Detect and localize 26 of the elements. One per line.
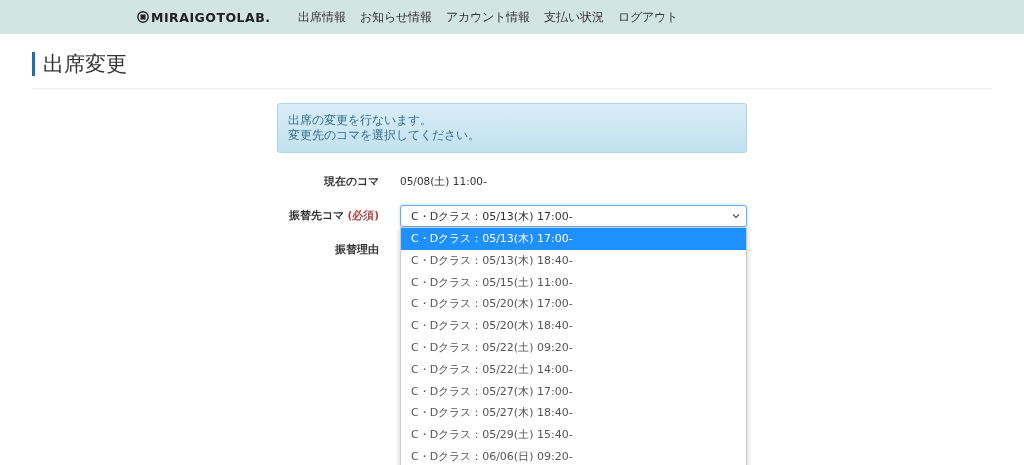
- dropdown-option[interactable]: C・Dクラス：05/15(土) 11:00-: [401, 271, 746, 294]
- field-label: 現在のコマ: [323, 175, 379, 189]
- dropdown-option[interactable]: C・Dクラス：05/13(木) 18:40-: [401, 249, 746, 272]
- page-title: 出席変更: [32, 52, 992, 76]
- dropdown-option[interactable]: C・Dクラス：06/06(日) 09:20-: [401, 445, 746, 465]
- field-label: 振替先コマ: [288, 209, 345, 221]
- required-label: (必須): [347, 209, 379, 221]
- field-label: 振替理由: [334, 243, 379, 257]
- dropdown-option[interactable]: C・Dクラス：05/27(木) 18:40-: [401, 402, 746, 425]
- logo-icon: [137, 11, 149, 23]
- nav-link[interactable]: お知らせ情報: [352, 8, 439, 26]
- select-field[interactable]: C・Dクラス：05/13(木) 17:00-: [400, 205, 747, 227]
- nav-link[interactable]: 出席情報: [290, 8, 353, 26]
- dropdown-option[interactable]: C・Dクラス：05/20(木) 17:00-: [401, 293, 746, 316]
- nav-link[interactable]: ログアウト: [610, 8, 685, 26]
- dropdown-option[interactable]: C・Dクラス：05/27(木) 17:00-: [401, 380, 746, 403]
- nav-link[interactable]: 支払い状況: [536, 8, 611, 26]
- dropdown-option[interactable]: C・Dクラス：05/29(土) 15:40-: [401, 424, 746, 446]
- nav-link[interactable]: アカウント情報: [438, 8, 537, 26]
- dropdown-option[interactable]: C・Dクラス：05/20(木) 18:40-: [401, 315, 746, 337]
- info-alert: 出席の変更を行ないます。 変更先のコマを選択してください。: [277, 103, 747, 153]
- dropdown-option[interactable]: C・Dクラス：05/22(土) 09:20-: [401, 337, 746, 359]
- field-value: 05/08(土) 11:00-: [400, 175, 487, 187]
- site-logo[interactable]: MIRAIGOTOLAB.: [151, 9, 271, 25]
- chevron-down-icon: [732, 213, 740, 219]
- dropdown-option[interactable]: C・Dクラス：05/22(土) 14:00-: [401, 358, 746, 381]
